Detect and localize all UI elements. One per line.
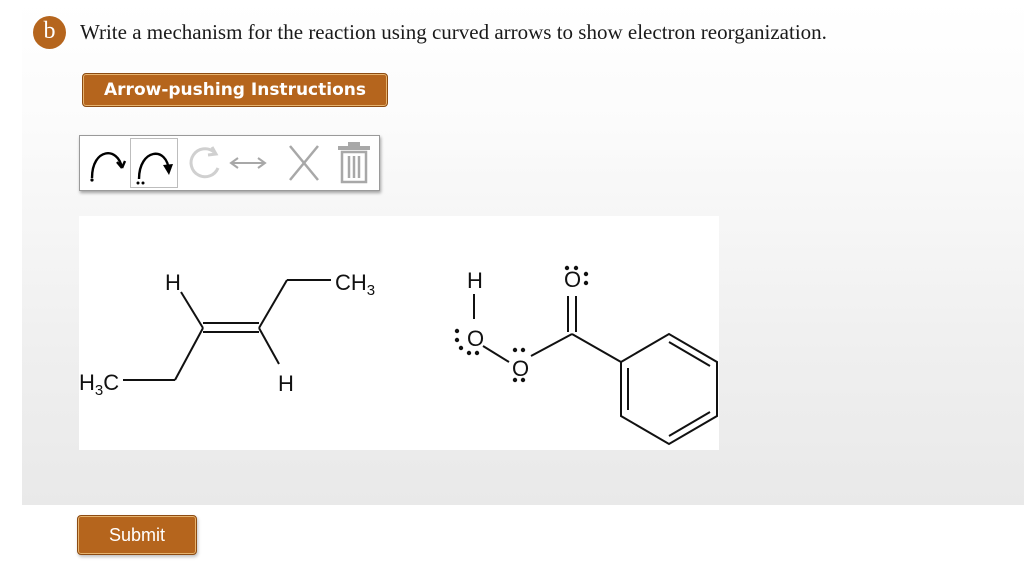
resonance-arrow-icon[interactable] bbox=[226, 138, 270, 188]
arrow-pushing-instructions-button[interactable]: Arrow-pushing Instructions bbox=[82, 73, 388, 107]
question-badge: b bbox=[33, 16, 66, 49]
question-text: Write a mechanism for the reaction using… bbox=[80, 20, 827, 44]
peroxy-oxygen: O bbox=[512, 356, 529, 381]
peracid-molecule[interactable]: H O O O bbox=[454, 265, 718, 446]
peracid-h-label: H bbox=[467, 268, 483, 293]
single-curved-arrow-icon[interactable] bbox=[84, 138, 128, 188]
hydroxyl-oxygen: O bbox=[467, 326, 484, 351]
trash-icon[interactable] bbox=[332, 138, 376, 188]
delete-x-icon[interactable] bbox=[282, 138, 326, 188]
alkene-h-top: H bbox=[165, 270, 181, 295]
alkene-h3c-label: H3C bbox=[79, 370, 119, 399]
alkene-molecule[interactable]: H CH3 H3C H bbox=[79, 270, 375, 399]
carbonyl-oxygen: O bbox=[564, 267, 581, 292]
alkene-h-bottom: H bbox=[278, 371, 294, 396]
submit-button[interactable]: Submit bbox=[77, 515, 197, 555]
mechanism-canvas[interactable]: H CH3 H3C H H O O O bbox=[79, 216, 719, 450]
alkene-ch3-label: CH3 bbox=[335, 270, 375, 299]
circle-arrow-icon[interactable] bbox=[184, 138, 224, 188]
double-curved-arrow-icon[interactable] bbox=[130, 138, 178, 188]
arrow-toolbar bbox=[79, 135, 380, 191]
